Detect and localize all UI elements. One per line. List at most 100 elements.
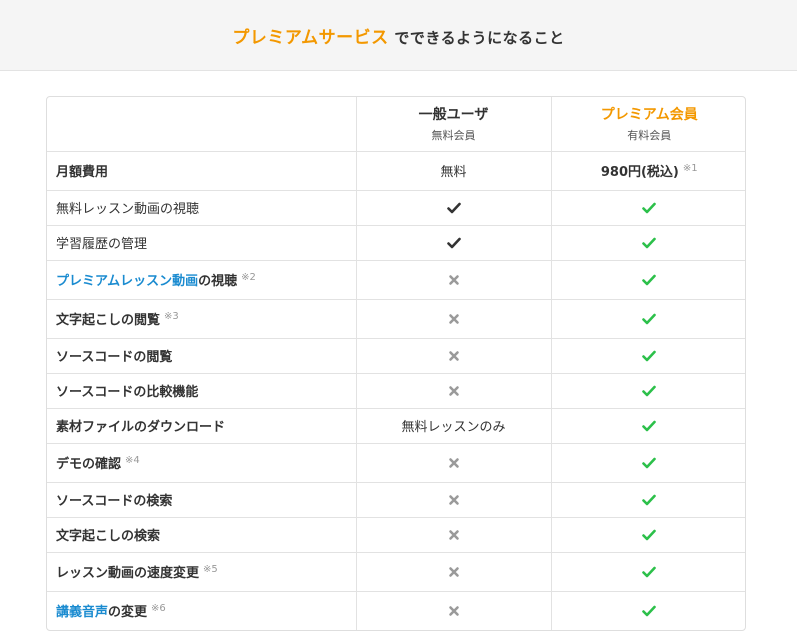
check-icon bbox=[642, 605, 657, 617]
check-icon bbox=[642, 494, 657, 506]
free-cell bbox=[355, 225, 551, 261]
feature-cell: ソースコードの閲覧 bbox=[47, 338, 356, 374]
free-cell bbox=[355, 299, 551, 339]
cross-icon bbox=[447, 385, 461, 397]
premium-cell bbox=[550, 552, 745, 592]
feature-label: デモの確認 bbox=[56, 457, 122, 472]
check-icon bbox=[642, 420, 657, 432]
cross-icon bbox=[447, 494, 461, 506]
premium-cell bbox=[550, 408, 745, 444]
table-row: 素材ファイルのダウンロード 無料レッスンのみ bbox=[47, 408, 745, 444]
check-icon bbox=[642, 529, 657, 541]
feature-label: ソースコードの閲覧 bbox=[56, 350, 173, 365]
feature-link[interactable]: 講義音声 bbox=[56, 605, 108, 620]
check-icon bbox=[642, 313, 657, 325]
cross-icon bbox=[447, 529, 461, 541]
footnote-mark: ※2 bbox=[241, 272, 256, 283]
feature-label: 学習履歴の管理 bbox=[56, 237, 148, 252]
feature-label: レッスン動画の速度変更 bbox=[56, 566, 200, 581]
table-row: 月額費用 無料 980円(税込) ※1 bbox=[47, 151, 745, 191]
cross-icon bbox=[447, 313, 461, 325]
premium-cell: 980円(税込) ※1 bbox=[550, 151, 745, 191]
feature-cell: ソースコードの検索 bbox=[47, 482, 356, 518]
check-icon bbox=[446, 237, 461, 249]
cross-icon bbox=[447, 566, 461, 578]
plan-name-premium: プレミアム会員 bbox=[600, 107, 698, 124]
free-cell bbox=[355, 591, 551, 630]
check-icon bbox=[642, 350, 657, 362]
table-row: ソースコードの比較機能 bbox=[47, 373, 745, 409]
header-empty-cell bbox=[47, 97, 356, 152]
premium-value: 980円(税込) bbox=[600, 165, 679, 180]
footnote-mark: ※1 bbox=[682, 163, 698, 174]
banner-title-rest: でできるようになること bbox=[388, 28, 565, 47]
table-header-row: 一般ユーザ 無料会員 プレミアム会員 有料会員 bbox=[47, 97, 745, 152]
feature-cell: ソースコードの比較機能 bbox=[47, 373, 356, 409]
feature-cell: 講義音声の変更 ※6 bbox=[47, 591, 356, 630]
feature-label: 文字起こしの検索 bbox=[56, 529, 161, 544]
feature-cell: デモの確認 ※4 bbox=[47, 443, 356, 483]
plan-type-free: 無料会員 bbox=[431, 129, 476, 143]
free-cell bbox=[355, 517, 551, 553]
premium-cell bbox=[550, 190, 745, 226]
cross-icon bbox=[447, 457, 461, 469]
feature-cell: レッスン動画の速度変更 ※5 bbox=[47, 552, 356, 592]
check-icon bbox=[642, 202, 657, 214]
header-premium-plan: プレミアム会員 有料会員 bbox=[550, 97, 745, 152]
feature-label: ソースコードの検索 bbox=[56, 494, 173, 509]
table-row: レッスン動画の速度変更 ※5 bbox=[47, 552, 745, 592]
premium-cell bbox=[550, 299, 745, 339]
free-cell bbox=[355, 338, 551, 374]
check-icon bbox=[642, 457, 657, 469]
feature-link[interactable]: プレミアムレッスン動画 bbox=[56, 274, 198, 289]
feature-label: 文字起こしの閲覧 bbox=[56, 313, 161, 328]
feature-cell: 文字起こしの検索 bbox=[47, 517, 356, 553]
feature-label: 無料レッスン動画の視聴 bbox=[56, 202, 200, 217]
free-value: 無料レッスンのみ bbox=[401, 420, 506, 435]
premium-cell bbox=[550, 443, 745, 483]
feature-label: 月額費用 bbox=[56, 165, 109, 180]
table-row: プレミアムレッスン動画の視聴 ※2 bbox=[47, 260, 745, 300]
feature-cell: 無料レッスン動画の視聴 bbox=[47, 190, 356, 226]
check-icon bbox=[446, 202, 461, 214]
header-free-plan: 一般ユーザ 無料会員 bbox=[355, 97, 551, 152]
feature-cell: 学習履歴の管理 bbox=[47, 225, 356, 261]
free-cell bbox=[355, 482, 551, 518]
premium-cell bbox=[550, 373, 745, 409]
feature-label: ソースコードの比較機能 bbox=[56, 385, 199, 400]
footnote-mark: ※6 bbox=[151, 603, 166, 615]
feature-label: の視聴 bbox=[198, 274, 238, 289]
cross-icon bbox=[447, 274, 461, 286]
table-row: 学習履歴の管理 bbox=[47, 225, 745, 261]
table-row: 無料レッスン動画の視聴 bbox=[47, 190, 745, 226]
table-row: デモの確認 ※4 bbox=[47, 443, 745, 483]
feature-label: 素材ファイルのダウンロード bbox=[56, 420, 226, 435]
table-row: 文字起こしの検索 bbox=[47, 517, 745, 553]
feature-cell: プレミアムレッスン動画の視聴 ※2 bbox=[47, 260, 356, 300]
feature-label: の変更 bbox=[108, 605, 148, 621]
table-row: ソースコードの閲覧 bbox=[47, 338, 745, 374]
free-cell bbox=[355, 443, 551, 483]
check-icon bbox=[642, 274, 657, 286]
table-row: ソースコードの検索 bbox=[47, 482, 745, 518]
banner-title-accent: プレミアムサービス bbox=[232, 27, 389, 48]
plan-type-premium: 有料会員 bbox=[627, 129, 672, 143]
footnote-mark: ※5 bbox=[203, 564, 218, 575]
premium-cell bbox=[550, 225, 745, 261]
feature-cell: 文字起こしの閲覧 ※3 bbox=[47, 299, 356, 339]
premium-cell bbox=[550, 338, 745, 374]
free-cell: 無料レッスンのみ bbox=[355, 408, 551, 444]
table-row: 講義音声の変更 ※6 bbox=[47, 591, 745, 630]
premium-cell bbox=[550, 260, 745, 300]
cross-icon bbox=[447, 350, 461, 362]
cross-icon bbox=[447, 605, 461, 617]
free-value: 無料 bbox=[440, 165, 467, 180]
premium-cell bbox=[550, 482, 745, 518]
premium-banner: プレミアムサービス でできるようになること bbox=[0, 0, 797, 71]
comparison-table: 一般ユーザ 無料会員 プレミアム会員 有料会員 月額費用 無料 980円(税込)… bbox=[46, 96, 746, 631]
free-cell bbox=[355, 373, 551, 409]
feature-cell: 月額費用 bbox=[47, 151, 356, 191]
check-icon bbox=[642, 237, 657, 249]
footnote-mark: ※3 bbox=[164, 311, 179, 322]
plan-name-free: 一般ユーザ bbox=[418, 107, 489, 124]
